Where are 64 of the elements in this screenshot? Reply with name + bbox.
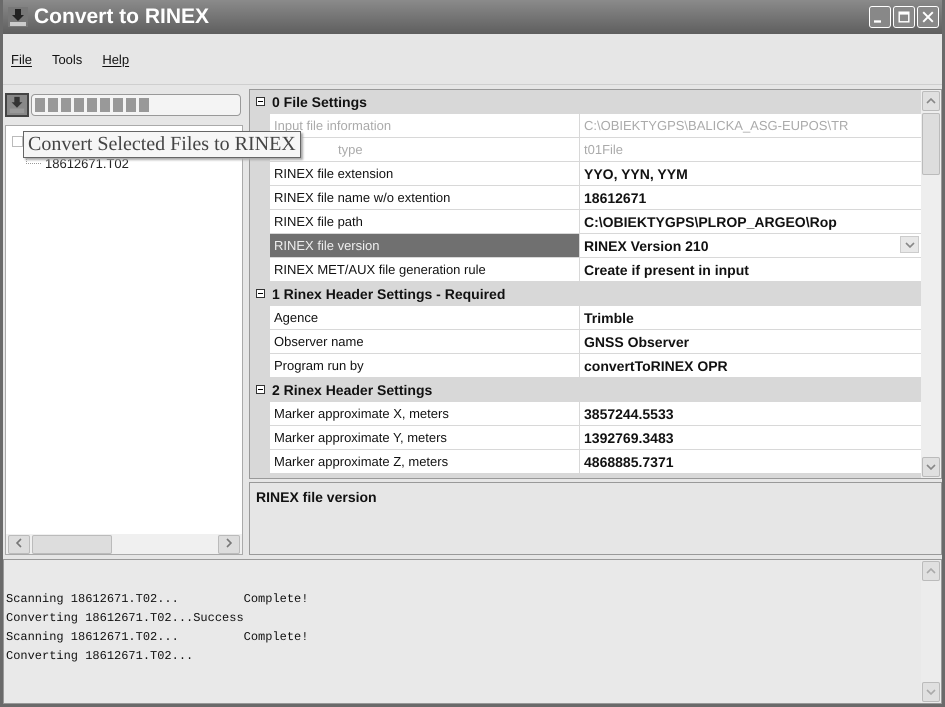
chevron-left-icon — [16, 538, 22, 548]
property-label[interactable]: Marker approximate Y, meters — [270, 426, 580, 449]
convert-button[interactable] — [5, 93, 29, 117]
scroll-down-button[interactable] — [922, 682, 940, 702]
dropdown-button[interactable] — [900, 236, 919, 253]
property-label[interactable]: Agence — [270, 306, 580, 329]
minimize-icon — [874, 20, 880, 23]
vertical-scrollbar[interactable] — [921, 90, 941, 478]
menu-item[interactable]: Help — [100, 52, 132, 66]
property-value[interactable]: YYO, YYN, YYM — [580, 162, 921, 185]
property-label[interactable]: Marker approximate Z, meters — [270, 450, 580, 473]
collapse-toggle-icon[interactable] — [256, 385, 264, 394]
tooltip: Convert Selected Files to RINEX — [23, 131, 301, 158]
log-line: Converting 18612671.T02... — [6, 648, 194, 665]
property-value[interactable]: 1392769.3483 — [580, 426, 921, 449]
description-title: RINEX file version — [256, 489, 377, 505]
property-value[interactable]: convertToRINEX OPR — [580, 354, 921, 377]
collapse-toggle-icon[interactable] — [256, 97, 264, 106]
chevron-down-icon — [926, 464, 936, 470]
property-value[interactable]: Trimble — [580, 306, 921, 329]
scroll-left-button[interactable] — [8, 534, 30, 554]
property-label[interactable]: RINEX file version — [270, 234, 580, 257]
property-label[interactable]: Marker approximate X, meters — [270, 402, 580, 425]
property-value[interactable]: GNSS Observer — [580, 330, 921, 353]
horizontal-scrollbar[interactable] — [6, 534, 242, 554]
vertical-scrollbar[interactable] — [921, 560, 941, 703]
log-line: Scanning 18612671.T02... Complete! — [6, 591, 310, 608]
scroll-down-button[interactable] — [922, 457, 940, 477]
chevron-up-icon — [926, 98, 936, 104]
window-title: Convert to RINEX — [34, 5, 210, 29]
scroll-up-button[interactable] — [922, 91, 940, 111]
chevron-down-icon — [926, 689, 936, 695]
property-label[interactable]: RINEX MET/AUX file generation rule — [270, 258, 580, 281]
property-label[interactable]: Observer name — [270, 330, 580, 353]
property-label[interactable]: RINEX file path — [270, 210, 580, 233]
scrollbar-thumb[interactable] — [32, 534, 112, 554]
scroll-right-button[interactable] — [218, 534, 240, 554]
property-value[interactable]: 4868885.7371 — [580, 450, 921, 473]
download-arrow-icon — [8, 96, 26, 114]
scroll-up-button[interactable] — [922, 561, 940, 581]
menu-item[interactable]: Tools — [50, 52, 84, 66]
maximize-button[interactable] — [893, 6, 915, 28]
tree-node-icon — [12, 136, 23, 146]
property-value[interactable]: Create if present in input — [580, 258, 921, 281]
menu-item[interactable]: File — [9, 52, 34, 66]
chevron-up-icon — [926, 568, 936, 574]
scrollbar-thumb[interactable] — [922, 113, 940, 175]
property-label[interactable]: RINEX file extension — [270, 162, 580, 185]
log-line: Scanning 18612671.T02... Complete! — [6, 629, 310, 646]
property-label[interactable]: Program run by — [270, 354, 580, 377]
close-icon — [922, 11, 934, 23]
property-label[interactable]: RINEX file name w/o extention — [270, 186, 580, 209]
collapse-toggle-icon[interactable] — [256, 289, 264, 298]
property-value[interactable]: 3857244.5533 — [580, 402, 921, 425]
property-value[interactable]: C:\OBIEKTYGPS\PLROP_ARGEO\Rop — [580, 210, 921, 233]
close-button[interactable] — [917, 6, 939, 28]
log-line: Converting 18612671.T02...Success — [6, 610, 245, 627]
chevron-right-icon — [226, 538, 232, 548]
chevron-down-icon — [904, 242, 914, 248]
minimize-button[interactable] — [869, 6, 891, 28]
property-value[interactable]: RINEX Version 210 — [580, 234, 921, 257]
property-value[interactable]: 18612671 — [580, 186, 921, 209]
tree-item[interactable]: 18612671.T02 — [45, 156, 129, 170]
maximize-icon — [898, 11, 910, 23]
